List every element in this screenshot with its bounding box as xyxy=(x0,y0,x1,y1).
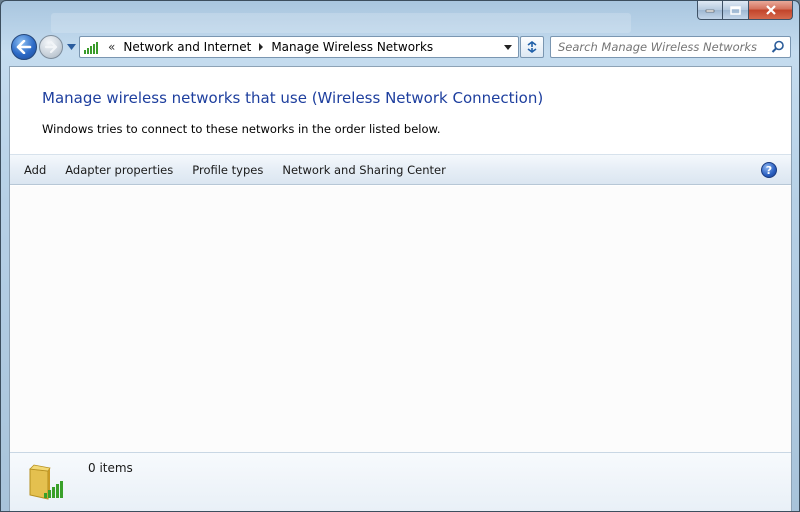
search-icon xyxy=(771,40,784,53)
forward-arrow-icon xyxy=(44,41,58,53)
close-icon xyxy=(765,5,776,15)
back-button[interactable] xyxy=(11,34,37,60)
command-bar: Add Adapter properties Profile types Net… xyxy=(10,154,791,185)
help-icon: ? xyxy=(765,163,773,177)
wireless-networks-list[interactable] xyxy=(10,186,791,452)
breadcrumb-overflow[interactable]: « xyxy=(108,40,115,54)
refresh-icon xyxy=(527,41,537,53)
minimize-button[interactable] xyxy=(697,1,723,20)
recent-pages-dropdown[interactable] xyxy=(65,42,77,52)
maximize-button[interactable] xyxy=(723,1,749,20)
title-bar[interactable] xyxy=(51,13,631,33)
adapter-properties-button[interactable]: Adapter properties xyxy=(57,163,181,177)
breadcrumb-manage-wireless-networks[interactable]: Manage Wireless Networks xyxy=(271,40,433,54)
address-dropdown-arrow[interactable] xyxy=(504,45,512,50)
help-button[interactable]: ? xyxy=(761,162,777,178)
page-title: Manage wireless networks that use (Wirel… xyxy=(42,89,544,107)
close-button[interactable] xyxy=(749,1,793,20)
minimize-icon xyxy=(705,9,715,13)
profile-types-button[interactable]: Profile types xyxy=(184,163,271,177)
breadcrumb-separator-arrow[interactable] xyxy=(259,43,264,51)
add-button[interactable]: Add xyxy=(16,163,54,177)
window-frame: « Network and Internet Manage Wireless N… xyxy=(0,0,800,512)
breadcrumb-network-and-internet[interactable]: Network and Internet xyxy=(123,40,251,54)
chevron-down-icon xyxy=(66,44,76,50)
wireless-folder-icon xyxy=(29,464,63,500)
wireless-signal-icon xyxy=(84,40,100,54)
items-count: 0 items xyxy=(88,461,133,475)
content-pane: Manage wireless networks that use (Wirel… xyxy=(9,66,792,511)
back-arrow-icon xyxy=(16,40,32,54)
search-box[interactable] xyxy=(550,36,791,58)
details-pane: 0 items xyxy=(10,452,791,511)
network-and-sharing-center-button[interactable]: Network and Sharing Center xyxy=(274,163,453,177)
search-input[interactable] xyxy=(558,40,768,54)
refresh-button[interactable] xyxy=(520,36,544,58)
maximize-icon xyxy=(730,5,741,15)
caption-buttons xyxy=(697,1,793,21)
forward-button[interactable] xyxy=(39,35,63,59)
page-description: Windows tries to connect to these networ… xyxy=(42,122,441,136)
address-bar[interactable]: « Network and Internet Manage Wireless N… xyxy=(79,36,519,58)
